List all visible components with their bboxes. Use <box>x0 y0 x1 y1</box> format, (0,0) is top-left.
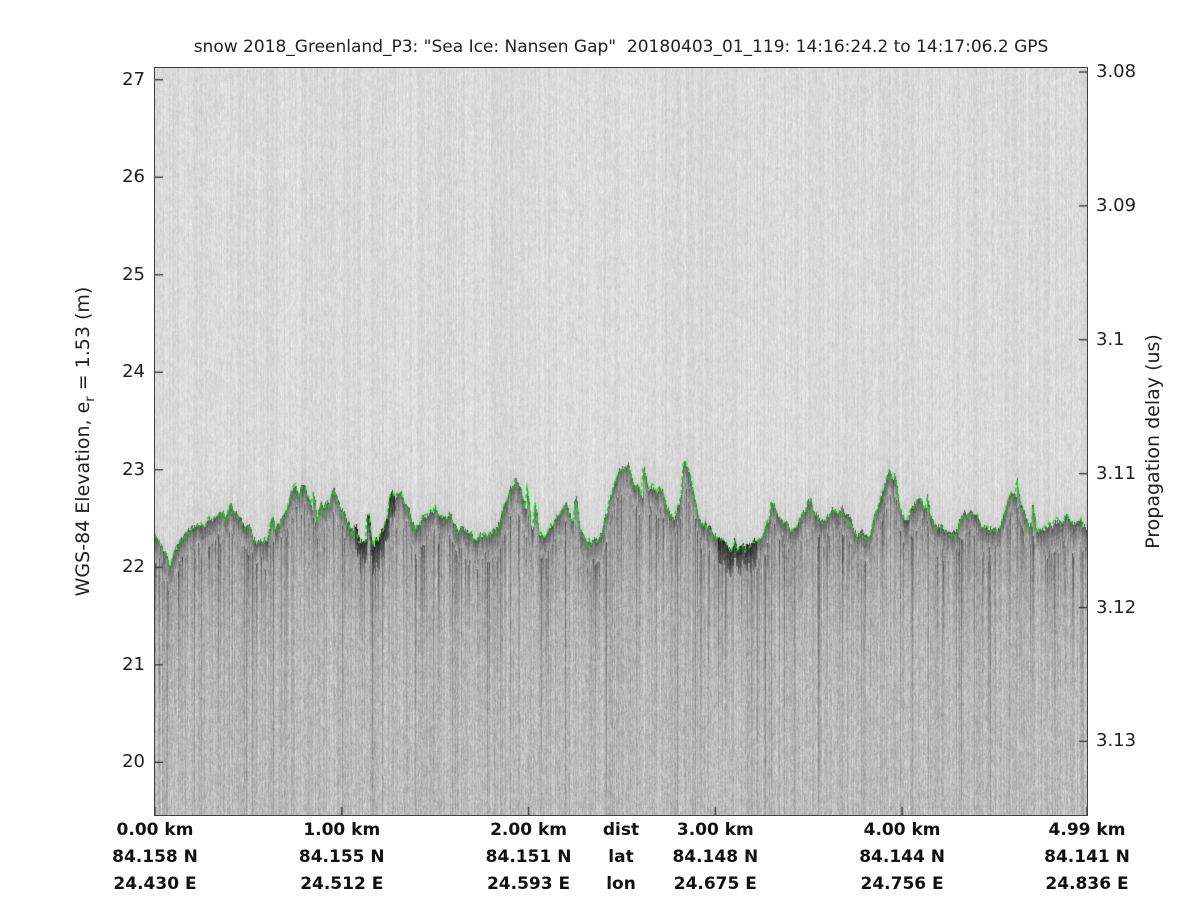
elevation-tick-label: 21 <box>122 653 145 675</box>
longitude-label: 24.675 E <box>673 874 757 894</box>
elevation-tick-label: 20 <box>122 751 145 773</box>
elevation-tick-label: 25 <box>122 263 145 285</box>
units-lon-label: lon <box>606 874 636 894</box>
delay-tick-label: 3.12 <box>1096 596 1137 618</box>
longitude-label: 24.836 E <box>1045 874 1129 894</box>
units-dist-label: dist <box>602 820 640 840</box>
distance-label: 0.00 km <box>116 820 194 840</box>
delay-tick-label: 3.1 <box>1096 328 1125 350</box>
x-axis-column: dist lat lon <box>603 817 639 898</box>
distance-label: 2.00 km <box>490 820 567 840</box>
distance-lat-lon-labels: 0.00 km 84.158 N 24.430 E 1.00 km 84.155 N 24… <box>0 817 1200 900</box>
echogram-figure: snow 2018_Greenland_P3: "Sea Ice: Nansen… <box>0 0 1200 900</box>
x-axis-column: 3.00 km 84.148 N 24.675 E <box>672 817 758 898</box>
distance-label: 4.99 km <box>1048 820 1126 840</box>
x-axis-column: 1.00 km 84.155 N 24.512 E <box>299 817 385 898</box>
elevation-tick-labels: 27 26 25 24 23 22 21 20 <box>0 0 147 900</box>
longitude-label: 24.593 E <box>486 874 571 894</box>
elevation-tick-label: 24 <box>122 361 145 383</box>
delay-tick-label: 3.11 <box>1096 462 1137 484</box>
x-axis-column: 0.00 km 84.158 N 24.430 E <box>112 817 198 898</box>
delay-tick-labels: 3.08 3.09 3.1 3.11 3.12 3.13 <box>1096 0 1196 900</box>
elevation-tick-label: 26 <box>122 166 145 188</box>
latitude-label: 84.141 N <box>1044 847 1130 867</box>
longitude-label: 24.430 E <box>113 874 197 894</box>
elevation-tick-label: 23 <box>122 458 145 480</box>
longitude-label: 24.756 E <box>860 874 944 894</box>
distance-label: 1.00 km <box>303 820 381 840</box>
figure-title: snow 2018_Greenland_P3: "Sea Ice: Nansen… <box>193 37 1049 57</box>
units-lat-label: lat <box>608 847 634 867</box>
x-axis-column: 4.00 km 84.144 N 24.756 E <box>859 817 945 898</box>
latitude-label: 84.158 N <box>112 847 198 867</box>
latitude-label: 84.151 N <box>485 847 572 867</box>
plot-area[interactable] <box>154 67 1088 816</box>
delay-tick-label: 3.08 <box>1096 61 1137 83</box>
latitude-label: 84.144 N <box>859 847 945 867</box>
elevation-tick-label: 22 <box>122 556 145 578</box>
distance-label: 4.00 km <box>863 820 941 840</box>
latitude-label: 84.155 N <box>298 847 385 867</box>
distance-label: 3.00 km <box>676 820 754 840</box>
x-axis-column: 4.99 km 84.141 N 24.836 E <box>1044 817 1130 898</box>
delay-tick-label: 3.13 <box>1096 730 1137 752</box>
elevation-tick-label: 27 <box>122 68 145 90</box>
echogram-canvas[interactable] <box>155 68 1087 815</box>
latitude-label: 84.148 N <box>672 847 759 867</box>
longitude-label: 24.512 E <box>300 874 384 894</box>
x-axis-column: 2.00 km 84.151 N 24.593 E <box>486 817 572 898</box>
delay-tick-label: 3.09 <box>1096 194 1137 216</box>
